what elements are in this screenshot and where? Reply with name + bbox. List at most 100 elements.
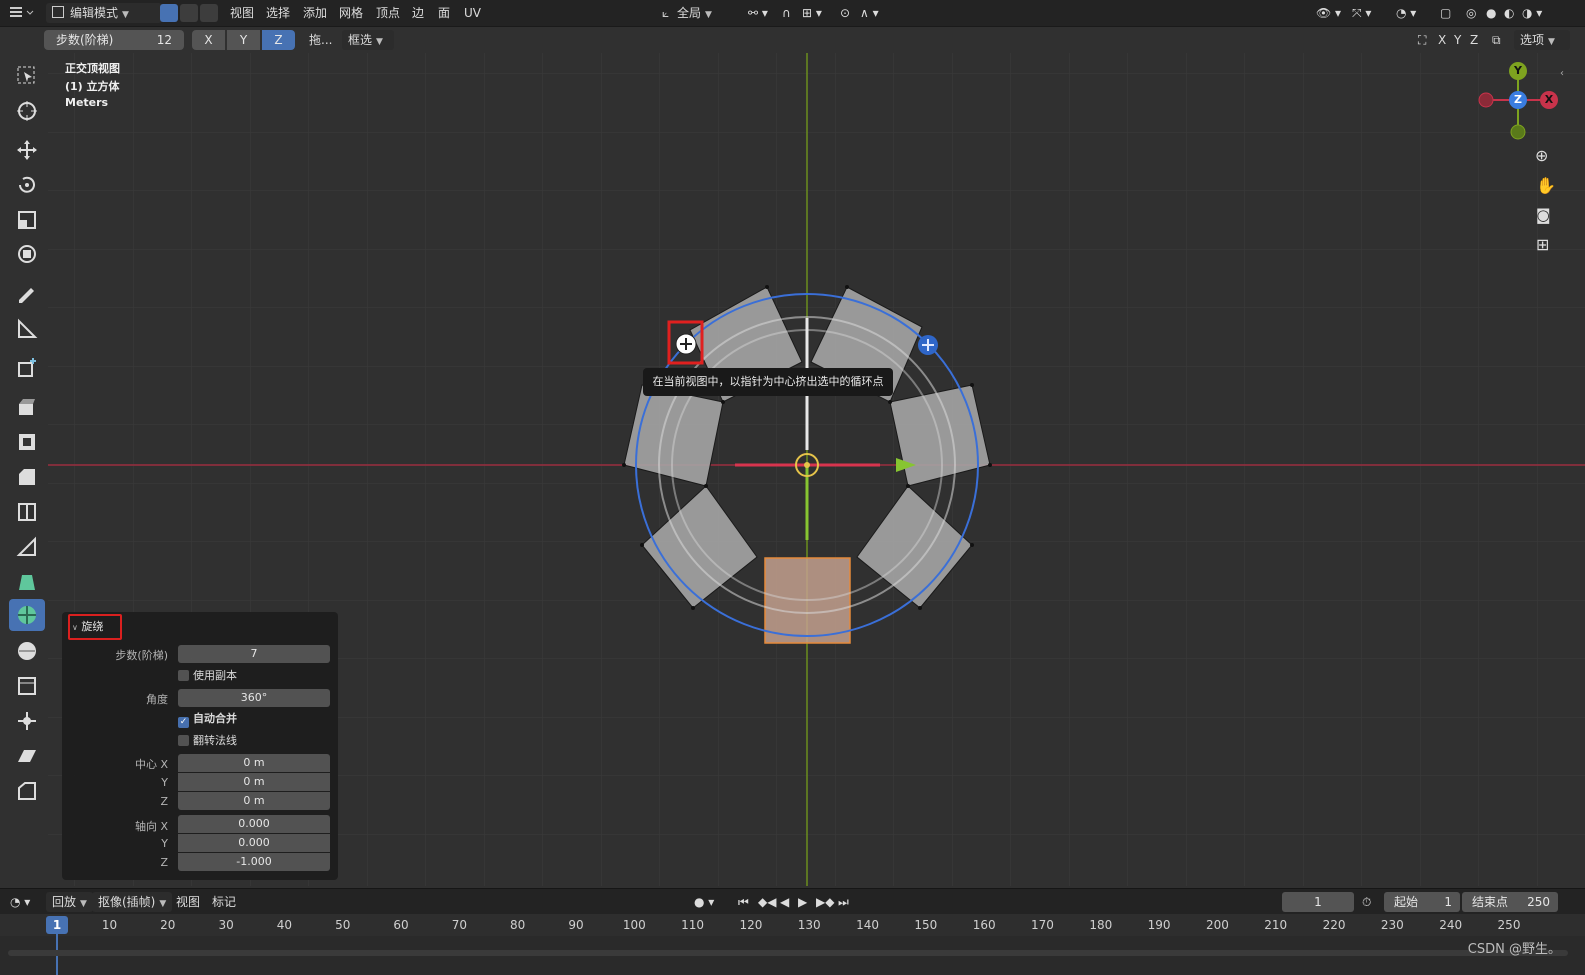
axis-z-input[interactable]: -1.000 bbox=[178, 853, 330, 871]
timeline-view-menu[interactable]: 视图 bbox=[176, 892, 200, 912]
center-x-input[interactable]: 0 m bbox=[178, 754, 330, 772]
measure-tool[interactable] bbox=[9, 313, 45, 345]
timeline-tick: 10 bbox=[101, 918, 118, 932]
end-frame-field[interactable]: 结束点 250 bbox=[1462, 892, 1558, 912]
keying-dropdown[interactable]: 抠像(插帧) ▼ bbox=[92, 892, 173, 912]
timeline-tick: 100 bbox=[622, 918, 646, 932]
center-z-input[interactable]: 0 m bbox=[178, 792, 330, 810]
rotate-tool[interactable] bbox=[9, 169, 45, 201]
timeline-tick: 170 bbox=[1031, 918, 1054, 932]
end-value: 250 bbox=[1527, 895, 1550, 909]
gizmo-x-label[interactable]: X bbox=[1540, 91, 1558, 109]
prev-keyframe-icon[interactable]: ◆◀ bbox=[758, 892, 776, 912]
timeline-tick: 200 bbox=[1205, 918, 1229, 932]
knife-tool[interactable] bbox=[9, 531, 45, 563]
axis-x-input[interactable]: 0.000 bbox=[178, 815, 330, 833]
start-frame-field[interactable]: 起始 1 bbox=[1384, 892, 1460, 912]
loop-cut-tool[interactable] bbox=[9, 496, 45, 528]
steps-label: 步数(阶梯) bbox=[115, 649, 168, 662]
sidebar-toggle-icon[interactable]: ‹ bbox=[1560, 68, 1564, 79]
bevel-tool[interactable] bbox=[9, 461, 45, 493]
use-duplicates-label: 使用副本 bbox=[193, 669, 237, 682]
axis-x-label: 轴向 X bbox=[134, 820, 168, 833]
gizmo-neg-x[interactable] bbox=[1478, 92, 1494, 108]
annotate-tool[interactable] bbox=[9, 278, 45, 310]
end-label: 结束点 bbox=[1472, 895, 1509, 909]
playback-label: 回放 bbox=[52, 895, 77, 909]
move-icon bbox=[17, 140, 37, 160]
current-frame-input[interactable]: 1 bbox=[1282, 892, 1354, 912]
pan-hand-icon[interactable]: ✋ bbox=[1536, 176, 1556, 195]
playback-dropdown[interactable]: 回放 ▼ bbox=[46, 892, 93, 912]
timeline-area[interactable]: 1 10 20 30 40 50 60 70 80 90 100 110 120 130 140 150 160… bbox=[0, 914, 1585, 975]
timeline-tick: 180 bbox=[1089, 918, 1113, 932]
add-cube-tool[interactable] bbox=[9, 352, 45, 384]
axis-y-label: Y bbox=[161, 837, 168, 850]
timeline-scrollbar[interactable] bbox=[8, 950, 1568, 956]
scale-tool[interactable] bbox=[9, 204, 45, 236]
angle-label: 角度 bbox=[146, 693, 168, 706]
select-box-tool[interactable] bbox=[9, 60, 45, 92]
spin-tool[interactable] bbox=[9, 599, 45, 631]
smooth-icon bbox=[18, 642, 36, 660]
timeline-tick: 60 bbox=[393, 918, 409, 932]
timeline-tick: 70 bbox=[451, 918, 467, 932]
zoom-icon[interactable]: ⊕ bbox=[1535, 146, 1548, 165]
transform-tool[interactable] bbox=[9, 238, 45, 270]
timeline-editor-type-icon[interactable]: ◔ ▾ bbox=[10, 892, 30, 912]
use-duplicates-checkbox[interactable]: 使用副本 bbox=[178, 668, 237, 684]
timeline-tick: 1 bbox=[52, 918, 62, 932]
smooth-tool[interactable] bbox=[9, 635, 45, 667]
edge-slide-tool[interactable] bbox=[9, 670, 45, 702]
shrink-fatten-icon bbox=[18, 712, 36, 730]
cursor-tool[interactable] bbox=[9, 95, 45, 127]
angle-input[interactable]: 360° bbox=[178, 689, 330, 707]
play-icon[interactable]: ▶ bbox=[798, 892, 807, 912]
jump-end-icon[interactable]: ⏭ bbox=[838, 892, 849, 912]
timeline-tick: 250 bbox=[1497, 918, 1521, 932]
extrude-icon bbox=[19, 399, 35, 415]
move-tool[interactable] bbox=[9, 134, 45, 166]
chevron-down-icon: ∨ bbox=[72, 623, 78, 632]
checkbox-box bbox=[178, 735, 189, 746]
gizmo-z-label[interactable]: Z bbox=[1509, 91, 1527, 109]
axis-z-label: Z bbox=[160, 856, 168, 869]
ortho-grid-icon[interactable]: ⊞ bbox=[1536, 235, 1549, 254]
axis-y-input[interactable]: 0.000 bbox=[178, 834, 330, 852]
stopwatch-icon[interactable]: ⏱ bbox=[1362, 892, 1371, 912]
poly-build-tool[interactable] bbox=[9, 566, 45, 598]
jump-start-icon[interactable]: ⏮ bbox=[738, 892, 749, 912]
timeline-tick: 210 bbox=[1264, 918, 1288, 932]
view-name: 正交顶视图 bbox=[65, 62, 120, 75]
chevron-down-icon: ▼ bbox=[159, 899, 167, 909]
timeline-tick: 20 bbox=[160, 918, 176, 932]
transform-icon bbox=[18, 245, 36, 263]
shrink-fatten-tool[interactable] bbox=[9, 705, 45, 737]
timeline-tick: 110 bbox=[681, 918, 705, 932]
panel-header[interactable]: ∨ 旋绕 bbox=[72, 618, 103, 634]
center-x-label: 中心 X bbox=[134, 758, 168, 771]
timeline-marker-menu[interactable]: 标记 bbox=[212, 892, 236, 912]
rip-region-tool[interactable] bbox=[9, 775, 45, 807]
timeline-tick: 40 bbox=[276, 918, 293, 932]
record-icon[interactable]: ● ▾ bbox=[694, 892, 714, 912]
flip-normals-checkbox[interactable]: 翻转法线 bbox=[178, 733, 237, 749]
camera-icon[interactable]: ◙ bbox=[1536, 206, 1551, 224]
keying-label: 抠像(插帧) bbox=[98, 895, 156, 909]
gizmo-y-label[interactable]: Y bbox=[1509, 62, 1527, 80]
knife-icon bbox=[16, 536, 36, 556]
extrude-tool[interactable] bbox=[9, 391, 45, 423]
play-reverse-icon[interactable]: ◀ bbox=[780, 892, 789, 912]
center-y-label: Y bbox=[161, 776, 168, 789]
watermark: CSDN @野生。 bbox=[1467, 942, 1561, 957]
center-y-input[interactable]: 0 m bbox=[178, 773, 330, 791]
shear-tool[interactable] bbox=[9, 740, 45, 772]
inset-tool[interactable] bbox=[9, 426, 45, 458]
timeline-tick: 80 bbox=[510, 918, 526, 932]
gizmo-neg-y[interactable] bbox=[1510, 124, 1526, 140]
panel-title: 旋绕 bbox=[81, 620, 104, 633]
steps-input[interactable]: 7 bbox=[178, 645, 330, 663]
next-keyframe-icon[interactable]: ▶◆ bbox=[816, 892, 834, 912]
auto-merge-checkbox[interactable]: ✓ 自动合并 bbox=[178, 711, 237, 728]
checkbox-box bbox=[178, 670, 189, 681]
